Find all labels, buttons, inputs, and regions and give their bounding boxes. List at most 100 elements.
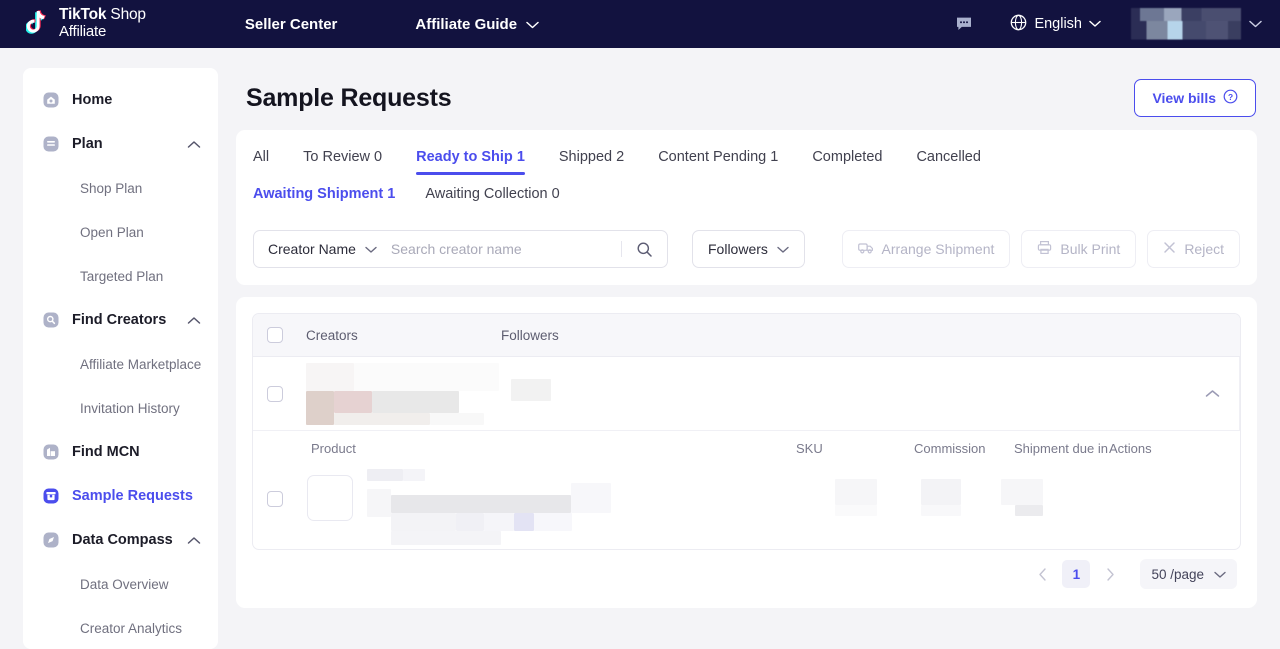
- chevron-left-icon[interactable]: [1028, 560, 1056, 588]
- nav-affiliate-guide[interactable]: Affiliate Guide: [415, 16, 539, 33]
- sidebar-item-find-mcn[interactable]: Find MCN: [23, 430, 218, 474]
- divider: [1239, 357, 1240, 430]
- sidebar-item-creator-analytics[interactable]: Creator Analytics: [23, 606, 218, 649]
- sidebar-item-data-compass[interactable]: Data Compass: [23, 518, 218, 562]
- redaction-block: [514, 513, 534, 531]
- search-field-selector[interactable]: Creator Name: [254, 231, 391, 267]
- tiktok-shop-affiliate-logo[interactable]: TikTok Shop Affiliate: [26, 7, 146, 41]
- sidebar-item-invitation-history[interactable]: Invitation History: [23, 386, 218, 430]
- sidebar-item-targeted-plan[interactable]: Targeted Plan: [23, 254, 218, 298]
- nav-right-cluster: English: [954, 0, 1280, 48]
- sidebar-item-shop-plan-label: Shop Plan: [80, 181, 142, 196]
- box-icon: [42, 487, 60, 505]
- redaction-block: [511, 379, 551, 401]
- sidebar-item-open-plan-label: Open Plan: [80, 225, 144, 240]
- tab-ready-to-ship[interactable]: Ready to Ship 1: [416, 149, 525, 175]
- chevron-up-icon[interactable]: [187, 316, 201, 325]
- chevron-right-icon[interactable]: [1096, 560, 1124, 588]
- redaction-block: [456, 513, 484, 531]
- chevron-up-icon[interactable]: [187, 536, 201, 545]
- message-bubble-icon[interactable]: [954, 14, 974, 34]
- creator-followers-redacted: [501, 379, 701, 409]
- search-icon[interactable]: [622, 241, 667, 258]
- tiktok-note-icon: [26, 10, 52, 38]
- chevron-down-icon: [777, 241, 789, 257]
- sidebar-item-data-overview[interactable]: Data Overview: [23, 562, 218, 606]
- tab-all[interactable]: All: [253, 149, 269, 175]
- page-size-selector[interactable]: 50 /page: [1140, 559, 1237, 589]
- sidebar-item-find-creators[interactable]: Find Creators: [23, 298, 218, 342]
- product-row: Arrange Shipme... Reject More Info: [253, 465, 1240, 549]
- arrange-shipment-bulk-label: Arrange Shipment: [882, 241, 995, 257]
- tab-shipped-label: Shipped 2: [559, 149, 624, 165]
- sidebar-item-targeted-plan-label: Targeted Plan: [80, 269, 163, 284]
- tab-shipped[interactable]: Shipped 2: [559, 149, 624, 175]
- primary-tabs: All To Review 0 Ready to Ship 1 Shipped …: [253, 130, 1240, 175]
- subtab-awaiting-collection[interactable]: Awaiting Collection 0: [425, 186, 559, 202]
- sidebar-item-sample-requests[interactable]: Sample Requests: [23, 474, 218, 518]
- column-header-followers: Followers: [501, 328, 701, 343]
- followers-filter[interactable]: Followers: [692, 230, 805, 268]
- sidebar-item-home[interactable]: Home: [23, 78, 218, 122]
- building-icon: [42, 443, 60, 461]
- sidebar-item-affiliate-marketplace[interactable]: Affiliate Marketplace: [23, 342, 218, 386]
- chevron-down-icon: [1214, 567, 1226, 582]
- creator-row-checkbox[interactable]: [267, 386, 283, 402]
- redaction-block: [1015, 505, 1043, 516]
- tab-completed[interactable]: Completed: [812, 149, 882, 175]
- collapse-row-chevron-up-icon[interactable]: [1205, 389, 1220, 398]
- brand-tiktok-text: TikTok: [59, 6, 106, 23]
- redaction-block: [367, 469, 403, 481]
- search-circle-icon: [42, 311, 60, 329]
- brand-shop-text: Shop: [106, 6, 146, 23]
- redaction-block: [391, 513, 456, 531]
- bulk-actions: Arrange Shipment Bulk Print Reject: [842, 230, 1240, 268]
- main-content: Sample Requests View bills ? All To Revi…: [218, 48, 1280, 649]
- redaction-block: [835, 479, 877, 505]
- printer-icon: [1037, 240, 1052, 258]
- language-selector[interactable]: English: [1010, 14, 1101, 35]
- sidebar-item-plan-label: Plan: [72, 136, 103, 152]
- sidebar-item-shop-plan[interactable]: Shop Plan: [23, 166, 218, 210]
- redaction-block: [534, 513, 572, 531]
- column-header-shipment-due-in: Shipment due in: [1014, 441, 1109, 456]
- search-input[interactable]: [391, 231, 621, 267]
- creator-search-box: Creator Name: [253, 230, 668, 268]
- product-subheader-row: Product SKU Commission Shipment due in A…: [253, 431, 1240, 465]
- truck-icon: [858, 241, 874, 258]
- bulk-print-button[interactable]: Bulk Print: [1021, 230, 1136, 268]
- nav-seller-center[interactable]: Seller Center: [245, 16, 338, 33]
- sidebar-item-open-plan[interactable]: Open Plan: [23, 210, 218, 254]
- nav-seller-center-label: Seller Center: [245, 16, 338, 33]
- page-number-1[interactable]: 1: [1062, 560, 1090, 588]
- tab-to-review[interactable]: To Review 0: [303, 149, 382, 175]
- page-header: Sample Requests View bills ?: [236, 68, 1257, 128]
- tab-cancelled[interactable]: Cancelled: [916, 149, 981, 175]
- subtab-awaiting-shipment[interactable]: Awaiting Shipment 1: [253, 186, 395, 202]
- redaction-block: [367, 489, 391, 517]
- top-navigation-bar: TikTok Shop Affiliate Seller Center Affi…: [0, 0, 1280, 48]
- tab-completed-label: Completed: [812, 149, 882, 165]
- column-header-product: Product: [311, 441, 796, 456]
- brand-affiliate-text: Affiliate: [59, 23, 106, 40]
- tab-content-pending[interactable]: Content Pending 1: [658, 149, 778, 175]
- sidebar-item-affiliate-marketplace-label: Affiliate Marketplace: [80, 357, 201, 372]
- redaction-block: [835, 505, 877, 516]
- reject-bulk-button[interactable]: Reject: [1147, 230, 1240, 268]
- view-bills-button[interactable]: View bills ?: [1134, 79, 1256, 117]
- sidebar-item-plan[interactable]: Plan: [23, 122, 218, 166]
- question-circle-icon: ?: [1223, 89, 1238, 107]
- pagination: 1 50 /page: [252, 550, 1241, 598]
- sidebar-item-home-label: Home: [72, 92, 112, 108]
- bulk-print-label: Bulk Print: [1060, 241, 1120, 257]
- user-account-avatar[interactable]: [1131, 8, 1241, 40]
- column-header-actions: Actions: [1109, 441, 1189, 456]
- account-chevron-down-icon[interactable]: [1249, 20, 1262, 28]
- product-row-checkbox[interactable]: [267, 491, 283, 507]
- select-all-checkbox[interactable]: [267, 327, 283, 343]
- arrange-shipment-bulk-button[interactable]: Arrange Shipment: [842, 230, 1011, 268]
- redaction-block: [306, 363, 354, 391]
- followers-filter-label: Followers: [708, 241, 768, 257]
- chevron-up-icon[interactable]: [187, 140, 201, 149]
- sidebar-item-find-mcn-label: Find MCN: [72, 444, 140, 460]
